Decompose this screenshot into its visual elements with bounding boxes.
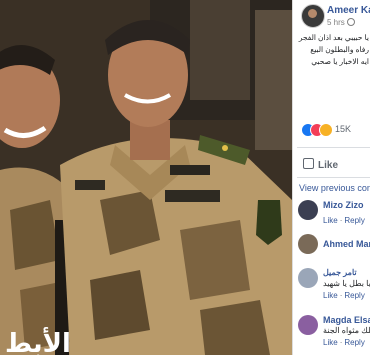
divider	[297, 177, 370, 178]
comment-like-link[interactable]: Like	[323, 291, 338, 300]
comment: تامر جميل ياه يا بطل يا شهيد Like·Reply	[298, 266, 370, 306]
like-button-label: Like	[318, 160, 339, 171]
comment-text: ياه يا بطل يا شهيد	[323, 279, 370, 288]
commenter-name[interactable]: تامر جميل	[323, 268, 357, 277]
globe-icon	[346, 18, 355, 26]
commenter-avatar[interactable]	[298, 234, 318, 254]
author-avatar[interactable]	[301, 4, 325, 28]
post-time[interactable]: 5 hrs	[327, 18, 355, 27]
post-photo[interactable]: الأبط	[0, 0, 292, 355]
post-time-label: 5 hrs	[327, 18, 345, 27]
comment-like-link[interactable]: Like	[323, 338, 338, 347]
commenter-name[interactable]: Magda Elsaf	[323, 315, 370, 325]
comment-actions: Like · Reply	[323, 216, 365, 225]
thumbs-up-icon	[303, 158, 314, 169]
comment-text: ربنا يدخلك مثواه الجنة	[323, 326, 370, 335]
reactions-count: 15K	[335, 124, 352, 134]
comment-actions: Like · Reply	[323, 291, 365, 300]
commenter-name[interactable]: Ahmed Mam	[323, 239, 370, 249]
post-header: Ameer Kam 5 hrs	[301, 4, 370, 34]
comment-like-link[interactable]: Like	[323, 216, 338, 225]
soldiers-photo: الأبط	[0, 0, 292, 355]
comment: Magda Elsaf ربنا يدخلك مثواه الجنة Like·…	[298, 313, 370, 353]
wow-reaction-icon	[319, 123, 333, 137]
commenter-avatar[interactable]	[298, 200, 318, 220]
commenter-name[interactable]: Mizo Zizo	[323, 200, 364, 210]
comment-reply-link[interactable]: Reply	[344, 338, 364, 347]
author-name[interactable]: Ameer Kam	[327, 5, 370, 16]
post-side-panel: Ameer Kam 5 hrs يا حبيبي بعد اذان الفجر …	[292, 0, 370, 355]
like-button[interactable]: Like	[303, 158, 338, 171]
post-text: يا حبيبي بعد اذان الفجر رفاه والبطلون ال…	[293, 32, 369, 68]
comment-reply-link[interactable]: Reply	[344, 216, 364, 225]
photo-caption: الأبط	[5, 327, 71, 355]
post-text-line: ايه الاخبار يا صحبي	[311, 57, 369, 66]
commenter-avatar[interactable]	[298, 315, 318, 335]
comment-actions: Like · Reply	[323, 338, 365, 347]
comment-reply-link[interactable]: Reply	[344, 291, 364, 300]
post-text-line: يا حبيبي بعد اذان الفجر	[298, 33, 369, 42]
post-text-line: رفاه والبطلون البيع	[310, 45, 369, 54]
divider	[297, 147, 370, 148]
view-previous-comments-link[interactable]: View previous comme	[299, 183, 370, 193]
commenter-avatar[interactable]	[298, 268, 318, 288]
